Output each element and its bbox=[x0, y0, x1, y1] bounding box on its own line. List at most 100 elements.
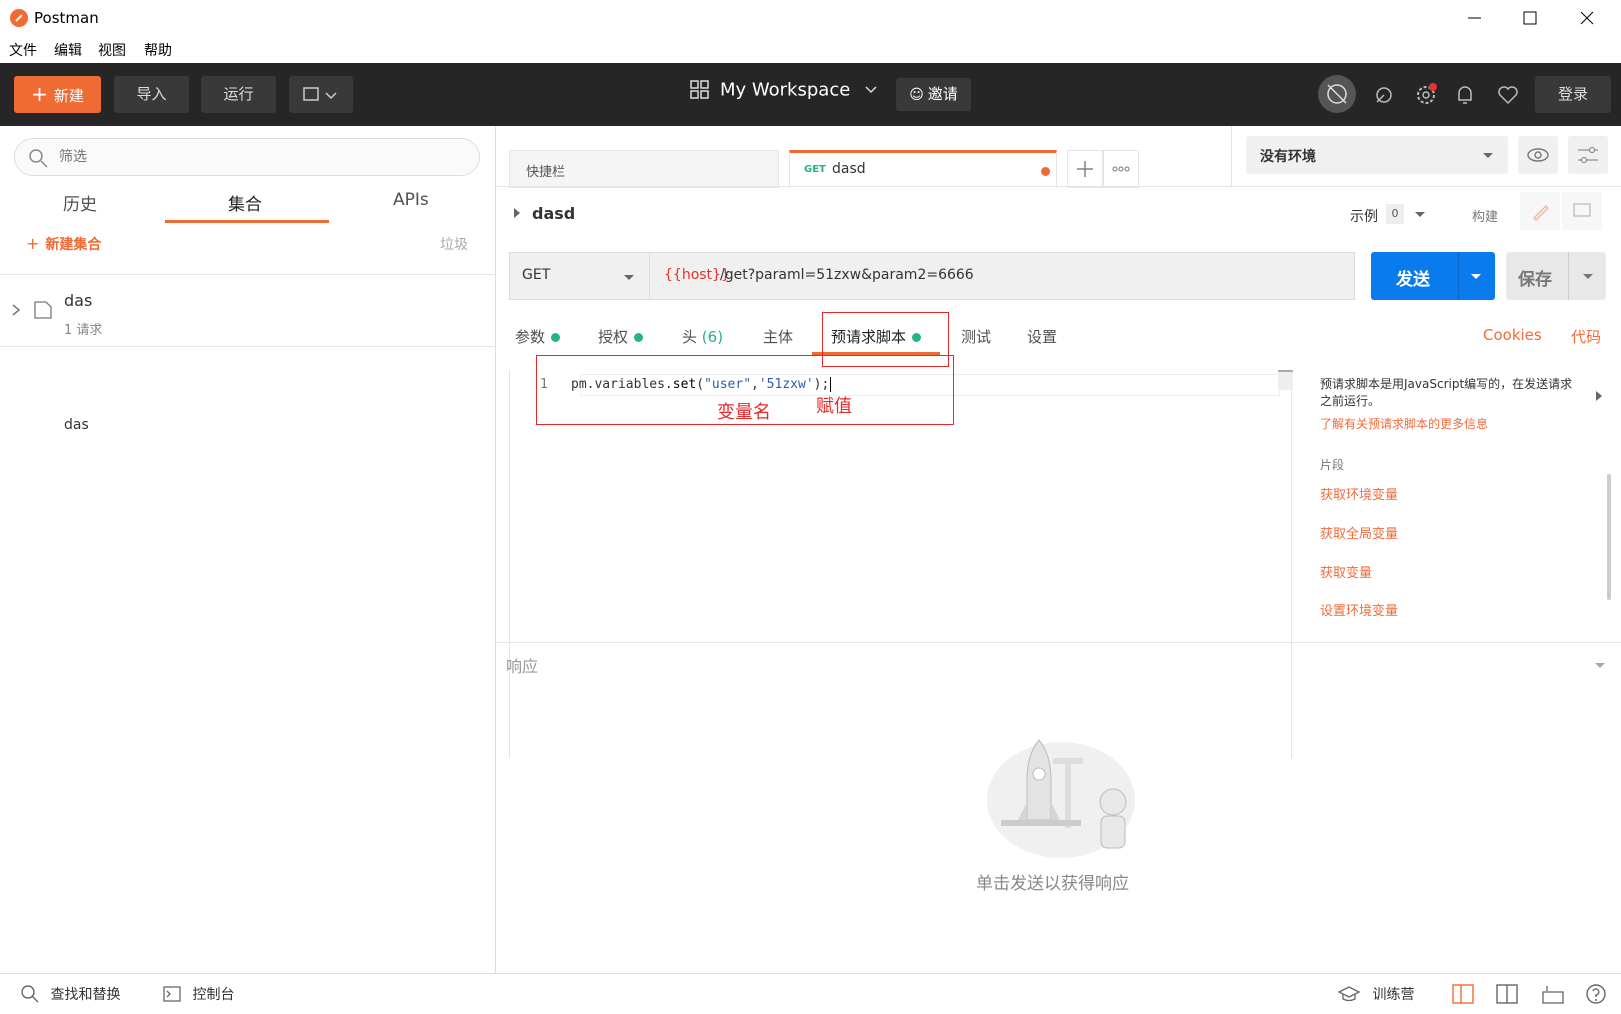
workspace-switcher[interactable]: My Workspace bbox=[690, 79, 878, 109]
menu-bar: 文件 编辑 视图 帮助 bbox=[0, 36, 1621, 63]
code-editor[interactable]: 1 pm.variables.set("user",'51zxw'); bbox=[509, 370, 1293, 758]
help-scrollbar[interactable] bbox=[1607, 474, 1611, 600]
title-bar: Postman bbox=[0, 0, 1621, 36]
sync-icon[interactable] bbox=[1318, 75, 1356, 113]
collection-name: das bbox=[64, 417, 89, 433]
close-icon[interactable] bbox=[1572, 8, 1602, 28]
chevron-down-icon bbox=[1471, 274, 1481, 279]
add-user-icon: ☺ bbox=[909, 87, 924, 103]
snippet-set-env[interactable]: 设置环境变量 bbox=[1320, 600, 1398, 619]
manage-env-button[interactable] bbox=[1568, 136, 1608, 174]
rocket-illustration-icon bbox=[987, 739, 1135, 858]
filter-input[interactable] bbox=[59, 147, 459, 167]
sidebar-tab-collections[interactable]: 集合 bbox=[228, 190, 262, 215]
collection-name: das bbox=[64, 291, 93, 310]
trash-link[interactable]: 垃圾 bbox=[440, 234, 468, 254]
comments-button[interactable] bbox=[1562, 192, 1602, 230]
import-button[interactable]: 导入 bbox=[114, 76, 189, 113]
heart-icon[interactable] bbox=[1496, 83, 1520, 111]
learn-more-link[interactable]: 了解有关预请求脚本的更多信息 bbox=[1320, 415, 1488, 432]
find-replace-button[interactable]: 查找和替换 bbox=[20, 984, 120, 1004]
caret-right-icon[interactable] bbox=[512, 206, 522, 220]
window-title: Postman bbox=[34, 9, 99, 27]
filter-box[interactable] bbox=[14, 138, 480, 176]
menu-view[interactable]: 视图 bbox=[98, 40, 126, 60]
caret-right-icon[interactable] bbox=[1594, 389, 1604, 403]
signin-button[interactable]: 登录 bbox=[1535, 76, 1611, 113]
examples-label[interactable]: 示例 bbox=[1350, 206, 1378, 226]
search-icon bbox=[29, 149, 48, 168]
env-divider bbox=[1231, 126, 1232, 186]
method-select[interactable]: GET bbox=[509, 252, 649, 300]
split-pane-icon[interactable] bbox=[1496, 984, 1518, 1004]
status-bar: 查找和替换 控制台 训练营 bbox=[0, 973, 1621, 1014]
sidebar-tab-history[interactable]: 历史 bbox=[63, 190, 97, 215]
satellite-icon[interactable] bbox=[1372, 83, 1396, 111]
invite-button[interactable]: ☺ 邀请 bbox=[896, 78, 971, 111]
bootcamp-button[interactable]: 训练营 bbox=[1337, 984, 1414, 1004]
chevron-down-icon[interactable] bbox=[1594, 661, 1606, 671]
build-mode-label[interactable]: 构建 bbox=[1472, 206, 1498, 225]
grid-icon bbox=[690, 80, 709, 99]
new-button[interactable]: + 新建 bbox=[14, 76, 101, 113]
tab-tests[interactable]: 测试 bbox=[961, 326, 991, 347]
url-input[interactable]: {{host}} /get?paraml=51zxw&param2=6666 bbox=[649, 252, 1355, 300]
maximize-icon[interactable] bbox=[1515, 8, 1545, 28]
tab-authorization[interactable]: 授权 bbox=[598, 326, 644, 347]
sidebar-tab-apis[interactable]: APIs bbox=[393, 190, 429, 210]
new-window-icon bbox=[303, 87, 337, 101]
new-collection-button[interactable]: + 新建集合 bbox=[26, 234, 101, 254]
help-description: 预请求脚本是用JavaScript编写的，在发送请求之前运行。 bbox=[1320, 377, 1573, 408]
console-button[interactable]: 控制台 bbox=[162, 984, 234, 1004]
save-button[interactable]: 保存 bbox=[1506, 252, 1606, 300]
edit-button[interactable] bbox=[1520, 192, 1560, 230]
tab-headers[interactable]: 头 (6) bbox=[682, 326, 723, 347]
minimize-icon[interactable] bbox=[1460, 8, 1490, 28]
snippet-get-variable[interactable]: 获取变量 bbox=[1320, 562, 1372, 581]
chevron-down-icon bbox=[865, 86, 877, 94]
request-name[interactable]: dasd bbox=[532, 204, 575, 223]
snippet-get-env[interactable]: 获取环境变量 bbox=[1320, 484, 1398, 503]
snippets-title: 片段 bbox=[1320, 458, 1345, 472]
help-icon[interactable] bbox=[1585, 983, 1607, 1005]
send-button[interactable]: 发送 bbox=[1371, 252, 1495, 300]
graduation-cap-icon bbox=[1337, 986, 1361, 1002]
save-divider bbox=[1568, 252, 1569, 300]
settings-icon[interactable] bbox=[1414, 83, 1438, 111]
header-divider bbox=[496, 186, 1621, 187]
runner-button[interactable]: 运行 bbox=[201, 76, 276, 113]
tab-settings[interactable]: 设置 bbox=[1027, 326, 1057, 347]
chevron-down-icon bbox=[1583, 274, 1593, 279]
code-link[interactable]: 代码 bbox=[1571, 326, 1601, 347]
editor-scrollbar[interactable] bbox=[1278, 370, 1293, 390]
status-dot bbox=[551, 333, 561, 342]
two-pane-icon[interactable] bbox=[1452, 984, 1474, 1004]
main-pane: 快捷栏 GET dasd 没有环境 dasd 示例 0 构建 GET {{hos… bbox=[496, 126, 1621, 973]
tab-request[interactable]: GET dasd bbox=[789, 150, 1057, 188]
snippet-get-global[interactable]: 获取全局变量 bbox=[1320, 523, 1398, 542]
add-tab-button[interactable] bbox=[1067, 150, 1103, 188]
sidebar: 历史 集合 APIs +新建集合 垃圾 das das 1 请求 bbox=[0, 126, 496, 973]
response-divider bbox=[496, 642, 1621, 643]
keyboard-shortcuts-icon[interactable] bbox=[1542, 984, 1564, 1004]
bell-icon[interactable] bbox=[1453, 83, 1477, 111]
chevron-down-icon[interactable] bbox=[1414, 210, 1426, 220]
menu-file[interactable]: 文件 bbox=[9, 40, 37, 60]
tab-options-button[interactable] bbox=[1103, 150, 1139, 188]
tab-params[interactable]: 参数 bbox=[515, 326, 561, 347]
environment-select[interactable]: 没有环境 bbox=[1246, 136, 1508, 174]
menu-edit[interactable]: 编辑 bbox=[54, 40, 82, 60]
unsaved-dot bbox=[1041, 167, 1050, 176]
more-icon bbox=[1112, 166, 1130, 172]
annotation-var-name: 变量名 bbox=[717, 402, 771, 423]
tab-launchpad[interactable]: 快捷栏 bbox=[509, 150, 779, 188]
tab-body[interactable]: 主体 bbox=[763, 326, 793, 347]
env-quicklook-button[interactable] bbox=[1518, 136, 1558, 174]
collection-meta: 1 请求 bbox=[64, 323, 103, 338]
pencil-icon bbox=[1533, 205, 1549, 221]
cookies-link[interactable]: Cookies bbox=[1483, 326, 1542, 344]
menu-help[interactable]: 帮助 bbox=[144, 40, 172, 60]
postman-logo-icon bbox=[10, 9, 28, 27]
folder-icon bbox=[34, 301, 52, 319]
new-window-button[interactable] bbox=[289, 76, 353, 113]
